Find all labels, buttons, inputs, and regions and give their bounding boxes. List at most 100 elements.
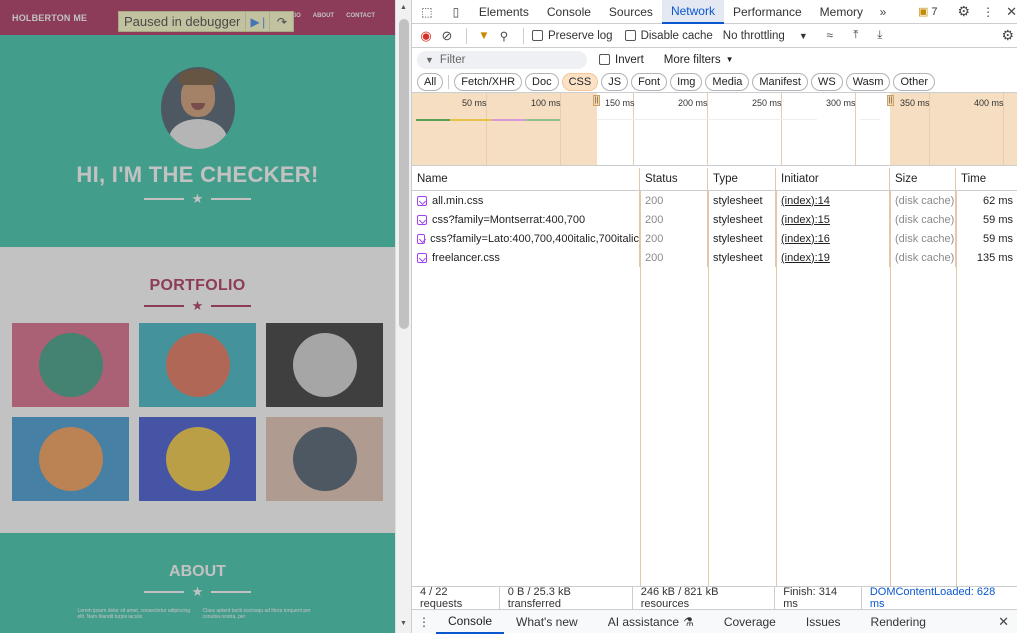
type-other[interactable]: Other — [893, 72, 935, 91]
col-initiator[interactable]: Initiator — [776, 168, 890, 190]
import-har-icon[interactable]: ⤒ — [844, 29, 868, 42]
timeline-right-handle[interactable]: || — [887, 95, 894, 106]
col-size[interactable]: Size — [890, 168, 956, 190]
request-time: 62 ms — [983, 194, 1013, 207]
device-toolbar-icon[interactable]: ▯ — [442, 0, 470, 24]
star-icon: ★ — [191, 298, 204, 313]
disable-cache-checkbox[interactable] — [624, 30, 636, 41]
tab-elements[interactable]: Elements — [470, 0, 538, 24]
drawer-tab-coverage[interactable]: Coverage — [712, 610, 788, 634]
paused-label: Paused in debugger — [124, 14, 241, 29]
col-status[interactable]: Status — [640, 168, 708, 190]
tab-performance[interactable]: Performance — [724, 0, 811, 24]
export-har-icon[interactable]: ⤓ — [868, 29, 892, 42]
portfolio-item-cabin[interactable] — [12, 323, 129, 407]
table-row[interactable]: css?family=Montserrat:400,700 200 styles… — [412, 210, 1017, 229]
issues-icon[interactable]: ▣ 7 — [918, 5, 938, 19]
request-name: freelancer.css — [432, 251, 500, 264]
drawer-tab-console[interactable]: Console — [436, 610, 505, 634]
star-icon: ★ — [191, 584, 204, 599]
star-icon: ★ — [191, 191, 204, 206]
resume-icon[interactable]: ▶ | — [245, 11, 269, 32]
site-brand[interactable]: HOLBERTON ME — [12, 13, 87, 23]
request-size: (disk cache) — [890, 191, 956, 210]
scroll-up-icon[interactable]: ▲ — [400, 4, 407, 11]
ai-assistance-label: AI assistance — [607, 614, 680, 629]
table-row[interactable]: freelancer.css 200 stylesheet (index):19… — [412, 248, 1017, 267]
nav-link-about[interactable]: ABOUT — [313, 13, 334, 19]
timeline-label: 200 ms — [678, 98, 708, 108]
filter-input[interactable]: ▼ Filter — [417, 50, 587, 69]
filter-bar: ▼ Filter Invert More filters ▼ — [412, 48, 1017, 71]
record-stop-icon[interactable]: ◉ — [416, 28, 436, 44]
network-overview-timeline[interactable]: 50 ms 100 ms 150 ms 200 ms 250 ms 300 ms… — [412, 93, 1017, 166]
timeline-left-handle[interactable]: || — [593, 95, 600, 106]
type-manifest[interactable]: Manifest — [752, 72, 808, 91]
type-wasm[interactable]: Wasm — [845, 72, 891, 91]
search-icon[interactable]: ⚲ — [493, 29, 515, 43]
type-all[interactable]: All — [417, 72, 444, 91]
table-row[interactable]: css?family=Lato:400,700,400italic,700ita… — [412, 229, 1017, 248]
drawer-tab-rendering[interactable]: Rendering — [859, 610, 938, 634]
request-initiator[interactable]: (index):14 — [781, 195, 830, 207]
portfolio-item-circus[interactable] — [266, 323, 383, 407]
type-ws[interactable]: WS — [810, 72, 843, 91]
preserve-log-checkbox[interactable] — [532, 30, 543, 41]
close-icon[interactable]: ✕ — [1006, 4, 1017, 20]
col-time[interactable]: Time — [956, 168, 1017, 190]
network-settings-icon[interactable]: ⚙ — [1001, 27, 1014, 44]
type-fetch-xhr[interactable]: Fetch/XHR — [454, 72, 523, 91]
filter-placeholder: Filter — [439, 53, 466, 66]
throttling-select[interactable]: No throttling ▼ — [723, 30, 808, 42]
kebab-menu-icon[interactable]: ⋮ — [982, 5, 994, 19]
drawer-menu-icon[interactable]: ⋮ — [412, 615, 436, 629]
drawer-tab-issues[interactable]: Issues — [794, 610, 853, 634]
stylesheet-icon — [417, 233, 426, 244]
more-filters-dropdown[interactable]: More filters ▼ — [664, 54, 734, 66]
tab-memory[interactable]: Memory — [811, 0, 872, 24]
timeline-label: 250 ms — [752, 98, 782, 108]
type-doc[interactable]: Doc — [525, 72, 559, 91]
devtools-tabbar: ⬚ ▯ Elements Console Sources Network Per… — [412, 0, 1017, 24]
tab-sources[interactable]: Sources — [600, 0, 662, 24]
about-col-1: Lorem ipsum dolor sit amet, consectetur … — [77, 608, 191, 620]
type-media[interactable]: Media — [705, 72, 750, 91]
table-row[interactable]: all.min.css 200 stylesheet (index):14 (d… — [412, 191, 1017, 210]
scrollbar-thumb[interactable] — [399, 19, 409, 329]
col-name[interactable]: Name — [412, 168, 640, 190]
more-tabs-icon[interactable]: » — [872, 5, 894, 19]
timeline-label: 50 ms — [462, 98, 487, 108]
nav-link-contact[interactable]: CONTACT — [346, 13, 375, 19]
request-type: stylesheet — [708, 229, 776, 248]
tab-console[interactable]: Console — [538, 0, 600, 24]
invert-checkbox[interactable] — [599, 54, 610, 65]
about-section: ABOUT ★ Lorem ipsum dolor sit amet, cons… — [0, 533, 395, 633]
portfolio-item-submarine[interactable] — [266, 417, 383, 501]
network-conditions-icon[interactable]: ≈ — [816, 30, 844, 42]
filter-icon[interactable]: ▼ — [475, 30, 493, 42]
chevron-down-icon: ▼ — [725, 55, 734, 64]
type-img[interactable]: Img — [670, 72, 703, 91]
request-initiator[interactable]: (index):19 — [781, 252, 830, 264]
portfolio-item-safe[interactable] — [139, 417, 256, 501]
request-initiator[interactable]: (index):15 — [781, 214, 830, 226]
type-js[interactable]: JS — [601, 72, 629, 91]
type-css[interactable]: CSS — [561, 72, 599, 91]
inspect-element-icon[interactable]: ⬚ — [412, 0, 442, 24]
table-header: Name Status Type Initiator Size Time — [412, 168, 1017, 191]
portfolio-section: PORTFOLIO ★ — [0, 247, 395, 533]
portfolio-item-game[interactable] — [12, 417, 129, 501]
request-initiator[interactable]: (index):16 — [781, 233, 830, 245]
drawer-tab-ai-assistance[interactable]: AI assistance ⚗ — [596, 610, 706, 634]
portfolio-item-cake[interactable] — [139, 323, 256, 407]
scroll-down-icon[interactable]: ▼ — [400, 620, 407, 627]
drawer-tab-whats-new[interactable]: What's new — [504, 610, 590, 634]
col-type[interactable]: Type — [708, 168, 776, 190]
tab-network[interactable]: Network — [661, 0, 724, 24]
step-over-icon[interactable]: ↷ — [269, 11, 293, 32]
close-drawer-icon[interactable]: ✕ — [998, 614, 1009, 630]
clear-icon[interactable]: ⊘ — [436, 28, 458, 44]
page-scrollbar[interactable]: ▲ ▼ — [395, 0, 411, 633]
type-font[interactable]: Font — [631, 72, 668, 91]
settings-gear-icon[interactable]: ⚙ — [958, 3, 971, 20]
